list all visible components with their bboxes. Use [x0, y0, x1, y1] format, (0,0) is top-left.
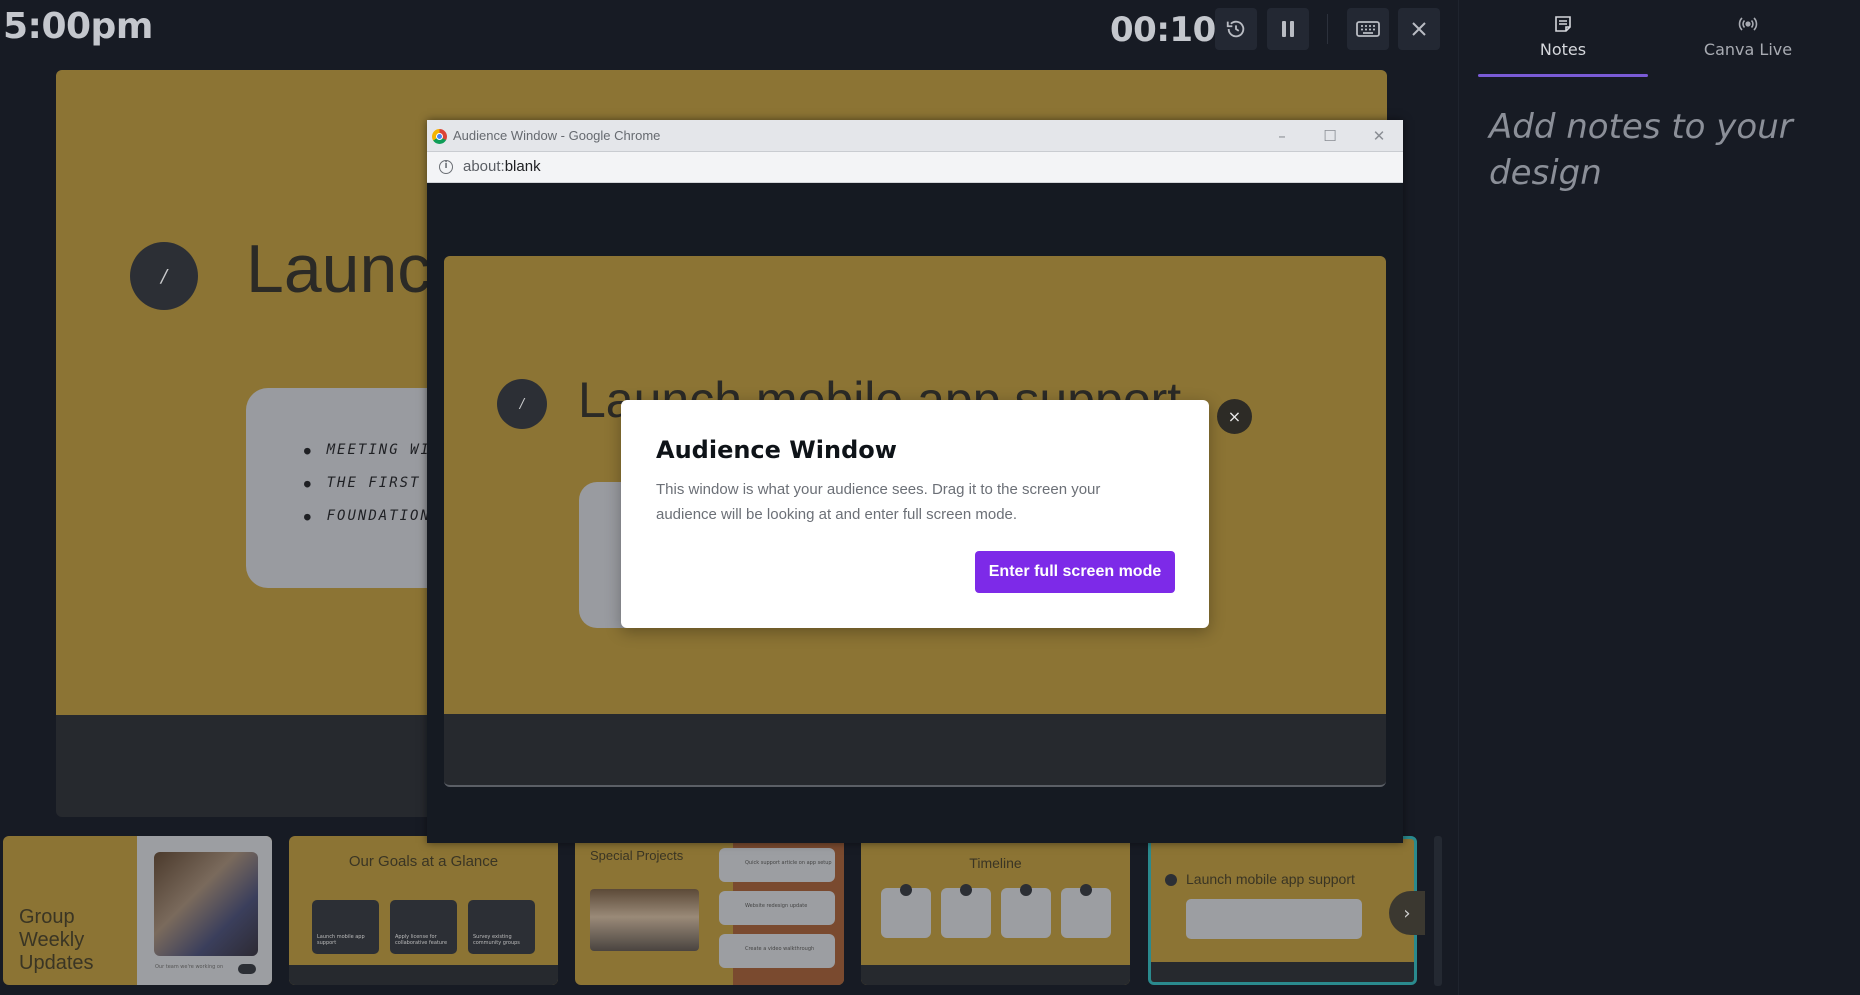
thumbnail-title: Launch mobile app support — [1186, 871, 1355, 887]
tab-canva-live-label: Canva Live — [1703, 40, 1793, 59]
thumbnail-slide-1[interactable]: Group Weekly Updates Our team we're work… — [3, 836, 272, 985]
chrome-logo-icon — [432, 129, 447, 144]
project-card-text: Website redesign update — [745, 903, 808, 909]
team-photo — [154, 852, 258, 956]
close-icon — [1412, 22, 1426, 36]
history-icon — [1226, 20, 1245, 38]
thumbnail-title: Our Goals at a Glance — [348, 853, 499, 870]
window-titlebar[interactable]: Audience Window - Google Chrome – ☐ ✕ — [427, 120, 1403, 152]
clock: 5:00pm — [3, 6, 153, 47]
thumbnail-footer — [289, 965, 558, 985]
goal-card-text: Apply license for collaborative feature — [395, 934, 448, 946]
tab-notes[interactable]: Notes — [1478, 14, 1648, 59]
tab-canva-live[interactable]: Canva Live — [1663, 14, 1833, 59]
broadcast-icon — [1738, 17, 1758, 31]
notes-icon — [1555, 16, 1571, 32]
url-path: blank — [504, 158, 541, 175]
chevron-right-icon: › — [1403, 902, 1411, 924]
slide-number-badge — [1165, 874, 1177, 886]
goal-card-text: Launch mobile app support — [317, 934, 365, 946]
thumbnail-slide-5-selected[interactable]: Launch mobile app support — [1148, 836, 1417, 985]
timeline-dot — [900, 884, 912, 896]
close-icon: × — [1227, 407, 1242, 426]
thumbnail-title: Group Weekly Updates — [19, 906, 94, 974]
thumbnail-title: Timeline — [969, 855, 1022, 871]
project-card-text: Quick support article on app setup — [745, 860, 832, 866]
address-url[interactable]: about:blank — [463, 158, 541, 175]
project-card: Create a video walkthrough — [719, 934, 835, 968]
thumbnail-slide-2[interactable]: Our Goals at a Glance Launch mobile app … — [289, 836, 558, 985]
timer: 00:10 — [1110, 10, 1216, 50]
toolbar-divider — [1327, 14, 1328, 44]
project-card: Website redesign update — [719, 891, 835, 925]
tab-notes-label: Notes — [1539, 40, 1587, 59]
timeline-dot — [1020, 884, 1032, 896]
thumbnail-footer — [861, 965, 1130, 985]
thumbnail-footer — [1151, 962, 1414, 982]
right-panel: Notes Canva Live Add notes to your desig… — [1458, 0, 1860, 995]
minimize-button[interactable]: – — [1267, 124, 1297, 148]
thumbnail-pill — [238, 964, 256, 974]
dialog-description: This window is what your audience sees. … — [656, 481, 1101, 523]
goal-card: Survey existing community groups — [468, 900, 535, 954]
next-slides-button[interactable]: › — [1389, 891, 1425, 935]
dialog-title: Audience Window — [656, 436, 897, 464]
thumbnail-scrollbar[interactable] — [1434, 836, 1442, 986]
project-card-text: Create a video walkthrough — [745, 946, 815, 952]
bullet-box — [1186, 899, 1362, 939]
dialog-close-button[interactable]: × — [1217, 399, 1252, 434]
thumbnail-slide-3[interactable]: Special Projects Quick support article o… — [575, 836, 844, 985]
thumbnail-title: Special Projects — [590, 848, 684, 863]
project-card: Quick support article on app setup — [719, 848, 835, 882]
restart-timer-button[interactable] — [1215, 8, 1257, 50]
slide-number-badge: / — [497, 379, 547, 429]
timeline-dot — [1080, 884, 1092, 896]
address-bar[interactable]: i about:blank — [427, 152, 1403, 183]
notes-input[interactable]: Add notes to your design — [1489, 104, 1829, 196]
active-tab-indicator — [1478, 74, 1648, 77]
slide-number-badge: / — [130, 242, 198, 310]
window-close-button[interactable]: ✕ — [1364, 124, 1394, 148]
exit-presenter-button[interactable] — [1398, 8, 1440, 50]
timeline-dot — [960, 884, 972, 896]
maximize-button[interactable]: ☐ — [1315, 124, 1345, 148]
audience-window-dialog: Audience Window This window is what your… — [621, 400, 1209, 628]
info-icon[interactable]: i — [439, 160, 453, 174]
pause-icon — [1282, 21, 1294, 37]
office-photo — [590, 889, 699, 951]
thumbnail-slide-4[interactable]: Timeline — [861, 836, 1130, 985]
goal-card: Launch mobile app support — [312, 900, 379, 954]
keyboard-icon — [1356, 21, 1380, 37]
keyboard-shortcuts-button[interactable] — [1347, 8, 1389, 50]
goal-card-text: Survey existing community groups — [473, 934, 520, 946]
enter-full-screen-button[interactable]: Enter full screen mode — [975, 551, 1175, 593]
thumbnail-caption: Our team we're working on — [155, 964, 224, 970]
url-scheme: about: — [463, 158, 505, 175]
window-title: Audience Window - Google Chrome — [453, 128, 661, 143]
pause-button[interactable] — [1267, 8, 1309, 50]
goal-card: Apply license for collaborative feature — [390, 900, 457, 954]
